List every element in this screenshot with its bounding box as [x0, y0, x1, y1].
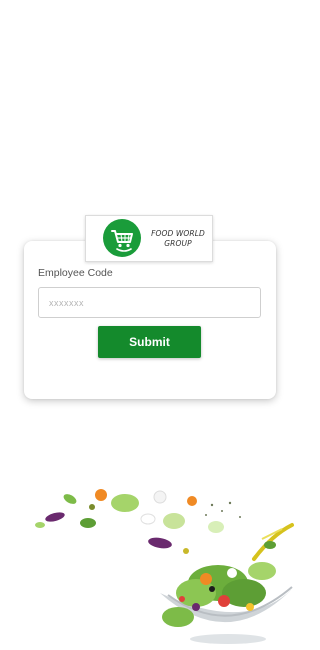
- submit-button[interactable]: Submit: [98, 326, 201, 358]
- brand-name: FOOD WORLD GROUP: [146, 229, 210, 249]
- employee-code-label: Employee Code: [38, 267, 113, 279]
- salad-bowl-illustration: [35, 489, 296, 644]
- cart-logo-icon: [103, 219, 141, 257]
- login-card: Employee Code Submit: [24, 241, 276, 399]
- employee-code-input[interactable]: [38, 287, 261, 318]
- brand-name-line1: FOOD WORLD: [151, 229, 205, 238]
- brand-logo: FOOD WORLD GROUP: [85, 215, 213, 262]
- brand-name-line2: GROUP: [164, 239, 192, 248]
